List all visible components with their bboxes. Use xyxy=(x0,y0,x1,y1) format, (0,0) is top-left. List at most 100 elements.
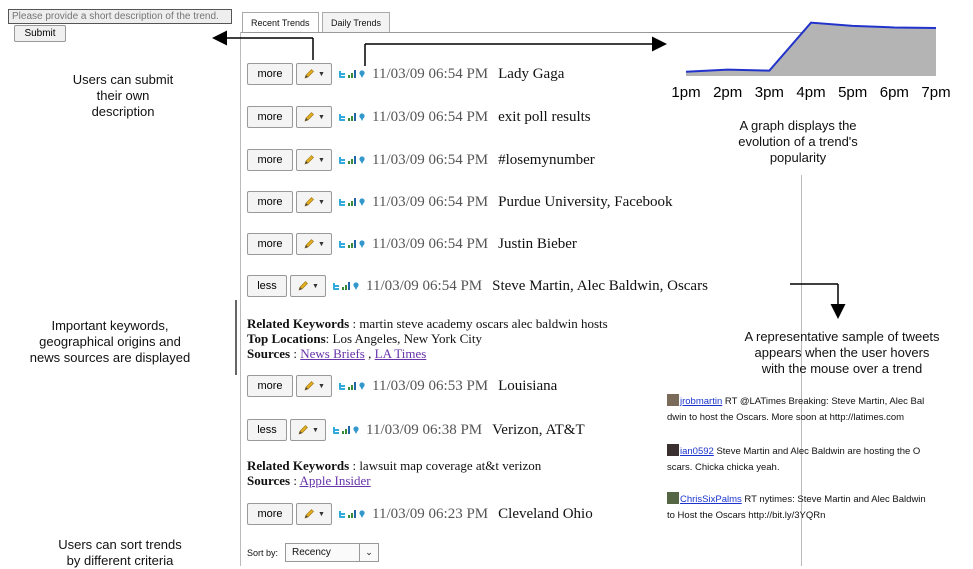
twitter-icon xyxy=(339,511,345,518)
source-link[interactable]: LA Times xyxy=(375,346,427,361)
less-button[interactable]: less xyxy=(247,419,287,441)
trend-row[interactable]: more ▼ 11/03/09 06:54 PM #losemynumber xyxy=(247,148,595,172)
more-button[interactable]: more xyxy=(247,375,293,397)
sources-label: Sources xyxy=(247,473,291,488)
popularity-bars-icon xyxy=(348,382,356,390)
trend-detail-steve-martin: Related Keywords : martin steve academy … xyxy=(247,316,608,361)
caret-down-icon: ▼ xyxy=(318,113,325,121)
trend-topic[interactable]: Steve Martin, Alec Baldwin, Oscars xyxy=(492,278,708,295)
twitter-icon xyxy=(339,199,345,206)
popularity-bars-icon xyxy=(348,510,356,518)
twitter-icon xyxy=(333,283,339,290)
trend-topic[interactable]: exit poll results xyxy=(498,109,591,126)
pencil-icon xyxy=(304,509,314,519)
trend-timestamp: 11/03/09 06:54 PM xyxy=(372,193,489,210)
popularity-bars-icon xyxy=(342,282,350,290)
twitter-icon xyxy=(339,157,345,164)
location-pin-icon xyxy=(353,282,359,290)
sort-select[interactable]: Recency ⌄ xyxy=(285,543,379,562)
edit-description-button[interactable]: ▼ xyxy=(296,106,332,128)
chevron-down-icon: ⌄ xyxy=(359,544,378,561)
chart-x-tick-label: 6pm xyxy=(880,84,909,101)
more-button[interactable]: more xyxy=(247,503,293,525)
sources-label: Sources xyxy=(247,346,291,361)
twitter-icon xyxy=(333,427,339,434)
more-button[interactable]: more xyxy=(247,63,293,85)
trend-topic[interactable]: Justin Bieber xyxy=(498,236,577,253)
trend-timestamp: 11/03/09 06:23 PM xyxy=(372,505,489,522)
chart-x-tick-label: 7pm xyxy=(921,84,950,101)
trend-timestamp: 11/03/09 06:54 PM xyxy=(372,65,489,82)
trend-row[interactable]: more ▼ 11/03/09 06:54 PM Lady Gaga xyxy=(247,62,564,86)
pencil-icon xyxy=(298,281,308,291)
more-button[interactable]: more xyxy=(247,191,293,213)
twitter-icon xyxy=(339,241,345,248)
pencil-icon xyxy=(304,239,314,249)
less-button[interactable]: less xyxy=(247,275,287,297)
caret-down-icon: ▼ xyxy=(318,510,325,518)
edit-description-button[interactable]: ▼ xyxy=(296,375,332,397)
tweet-user-link[interactable]: jrobmartin xyxy=(680,396,722,407)
location-pin-icon xyxy=(359,240,365,248)
trend-row[interactable]: more ▼ 11/03/09 06:23 PM Cleveland Ohio xyxy=(247,502,593,526)
avatar xyxy=(667,444,679,456)
trend-row[interactable]: more ▼ 11/03/09 06:54 PM Purdue University,… xyxy=(247,190,673,214)
trend-topic[interactable]: Verizon, AT&T xyxy=(492,422,584,439)
tweet-user-link[interactable]: ChrisSixPalms xyxy=(680,494,742,505)
keywords-value: martin steve academy oscars alec baldwin… xyxy=(359,316,608,331)
trend-topic[interactable]: Cleveland Ohio xyxy=(498,506,593,523)
twitter-icon xyxy=(339,71,345,78)
tweet-text: to Host the Oscars http://bit.ly/3YQRn xyxy=(667,510,826,521)
source-link[interactable]: Apple Insider xyxy=(300,473,371,488)
more-button[interactable]: more xyxy=(247,149,293,171)
pencil-icon xyxy=(304,197,314,207)
chart-x-tick-label: 1pm xyxy=(671,84,700,101)
source-link[interactable]: News Briefs xyxy=(300,346,365,361)
sort-label: Sort by: xyxy=(247,548,279,558)
edit-description-button[interactable]: ▼ xyxy=(296,63,332,85)
pencil-icon xyxy=(304,381,314,391)
edit-description-button[interactable]: ▼ xyxy=(296,503,332,525)
edit-description-button[interactable]: ▼ xyxy=(296,233,332,255)
trend-row[interactable]: more ▼ 11/03/09 06:54 PM exit poll results xyxy=(247,105,591,129)
caret-down-icon: ▼ xyxy=(312,282,319,290)
popularity-bars-icon xyxy=(348,240,356,248)
trend-timestamp: 11/03/09 06:54 PM xyxy=(366,277,483,294)
trend-row[interactable]: less ▼ 11/03/09 06:38 PM Verizon, AT&T xyxy=(247,418,585,442)
location-pin-icon xyxy=(359,156,365,164)
popularity-bars-icon xyxy=(342,426,350,434)
chart-x-tick-label: 3pm xyxy=(755,84,784,101)
trend-timestamp: 11/03/09 06:38 PM xyxy=(366,421,483,438)
location-pin-icon xyxy=(359,70,365,78)
trend-row[interactable]: more ▼ 11/03/09 06:53 PM Louisiana xyxy=(247,374,557,398)
caret-down-icon: ▼ xyxy=(318,382,325,390)
trend-topic[interactable]: Louisiana xyxy=(498,378,557,395)
tweet-text: scars. Chicka chicka yeah. xyxy=(667,462,780,473)
more-button[interactable]: more xyxy=(247,233,293,255)
trend-topic[interactable]: Lady Gaga xyxy=(498,66,564,83)
tweet-text: dwin to host the Oscars. More soon at ht… xyxy=(667,412,905,423)
caret-down-icon: ▼ xyxy=(312,426,319,434)
tweet-user-link[interactable]: ian0592 xyxy=(680,446,714,457)
caret-down-icon: ▼ xyxy=(318,240,325,248)
caret-down-icon: ▼ xyxy=(318,70,325,78)
edit-description-button[interactable]: ▼ xyxy=(296,149,332,171)
avatar xyxy=(667,394,679,406)
tweet-item: ian0592 Steve Martin and Alec Baldwin ar… xyxy=(667,444,972,476)
caret-down-icon: ▼ xyxy=(318,156,325,164)
trend-topic[interactable]: #losemynumber xyxy=(498,152,595,169)
chart-area-fill xyxy=(686,22,936,76)
edit-description-button[interactable]: ▼ xyxy=(290,275,326,297)
trend-topic[interactable]: Purdue University, Facebook xyxy=(498,194,672,211)
edit-description-button[interactable]: ▼ xyxy=(290,419,326,441)
trend-row[interactable]: more ▼ 11/03/09 06:54 PM Justin Bieber xyxy=(247,232,577,256)
location-pin-icon xyxy=(353,426,359,434)
location-pin-icon xyxy=(359,382,365,390)
trend-row[interactable]: less ▼ 11/03/09 06:54 PM Steve Martin, Alec… xyxy=(247,274,708,298)
twitter-icon xyxy=(339,114,345,121)
location-pin-icon xyxy=(359,113,365,121)
edit-description-button[interactable]: ▼ xyxy=(296,191,332,213)
more-button[interactable]: more xyxy=(247,106,293,128)
popularity-bars-icon xyxy=(348,156,356,164)
trend-timestamp: 11/03/09 06:54 PM xyxy=(372,108,489,125)
